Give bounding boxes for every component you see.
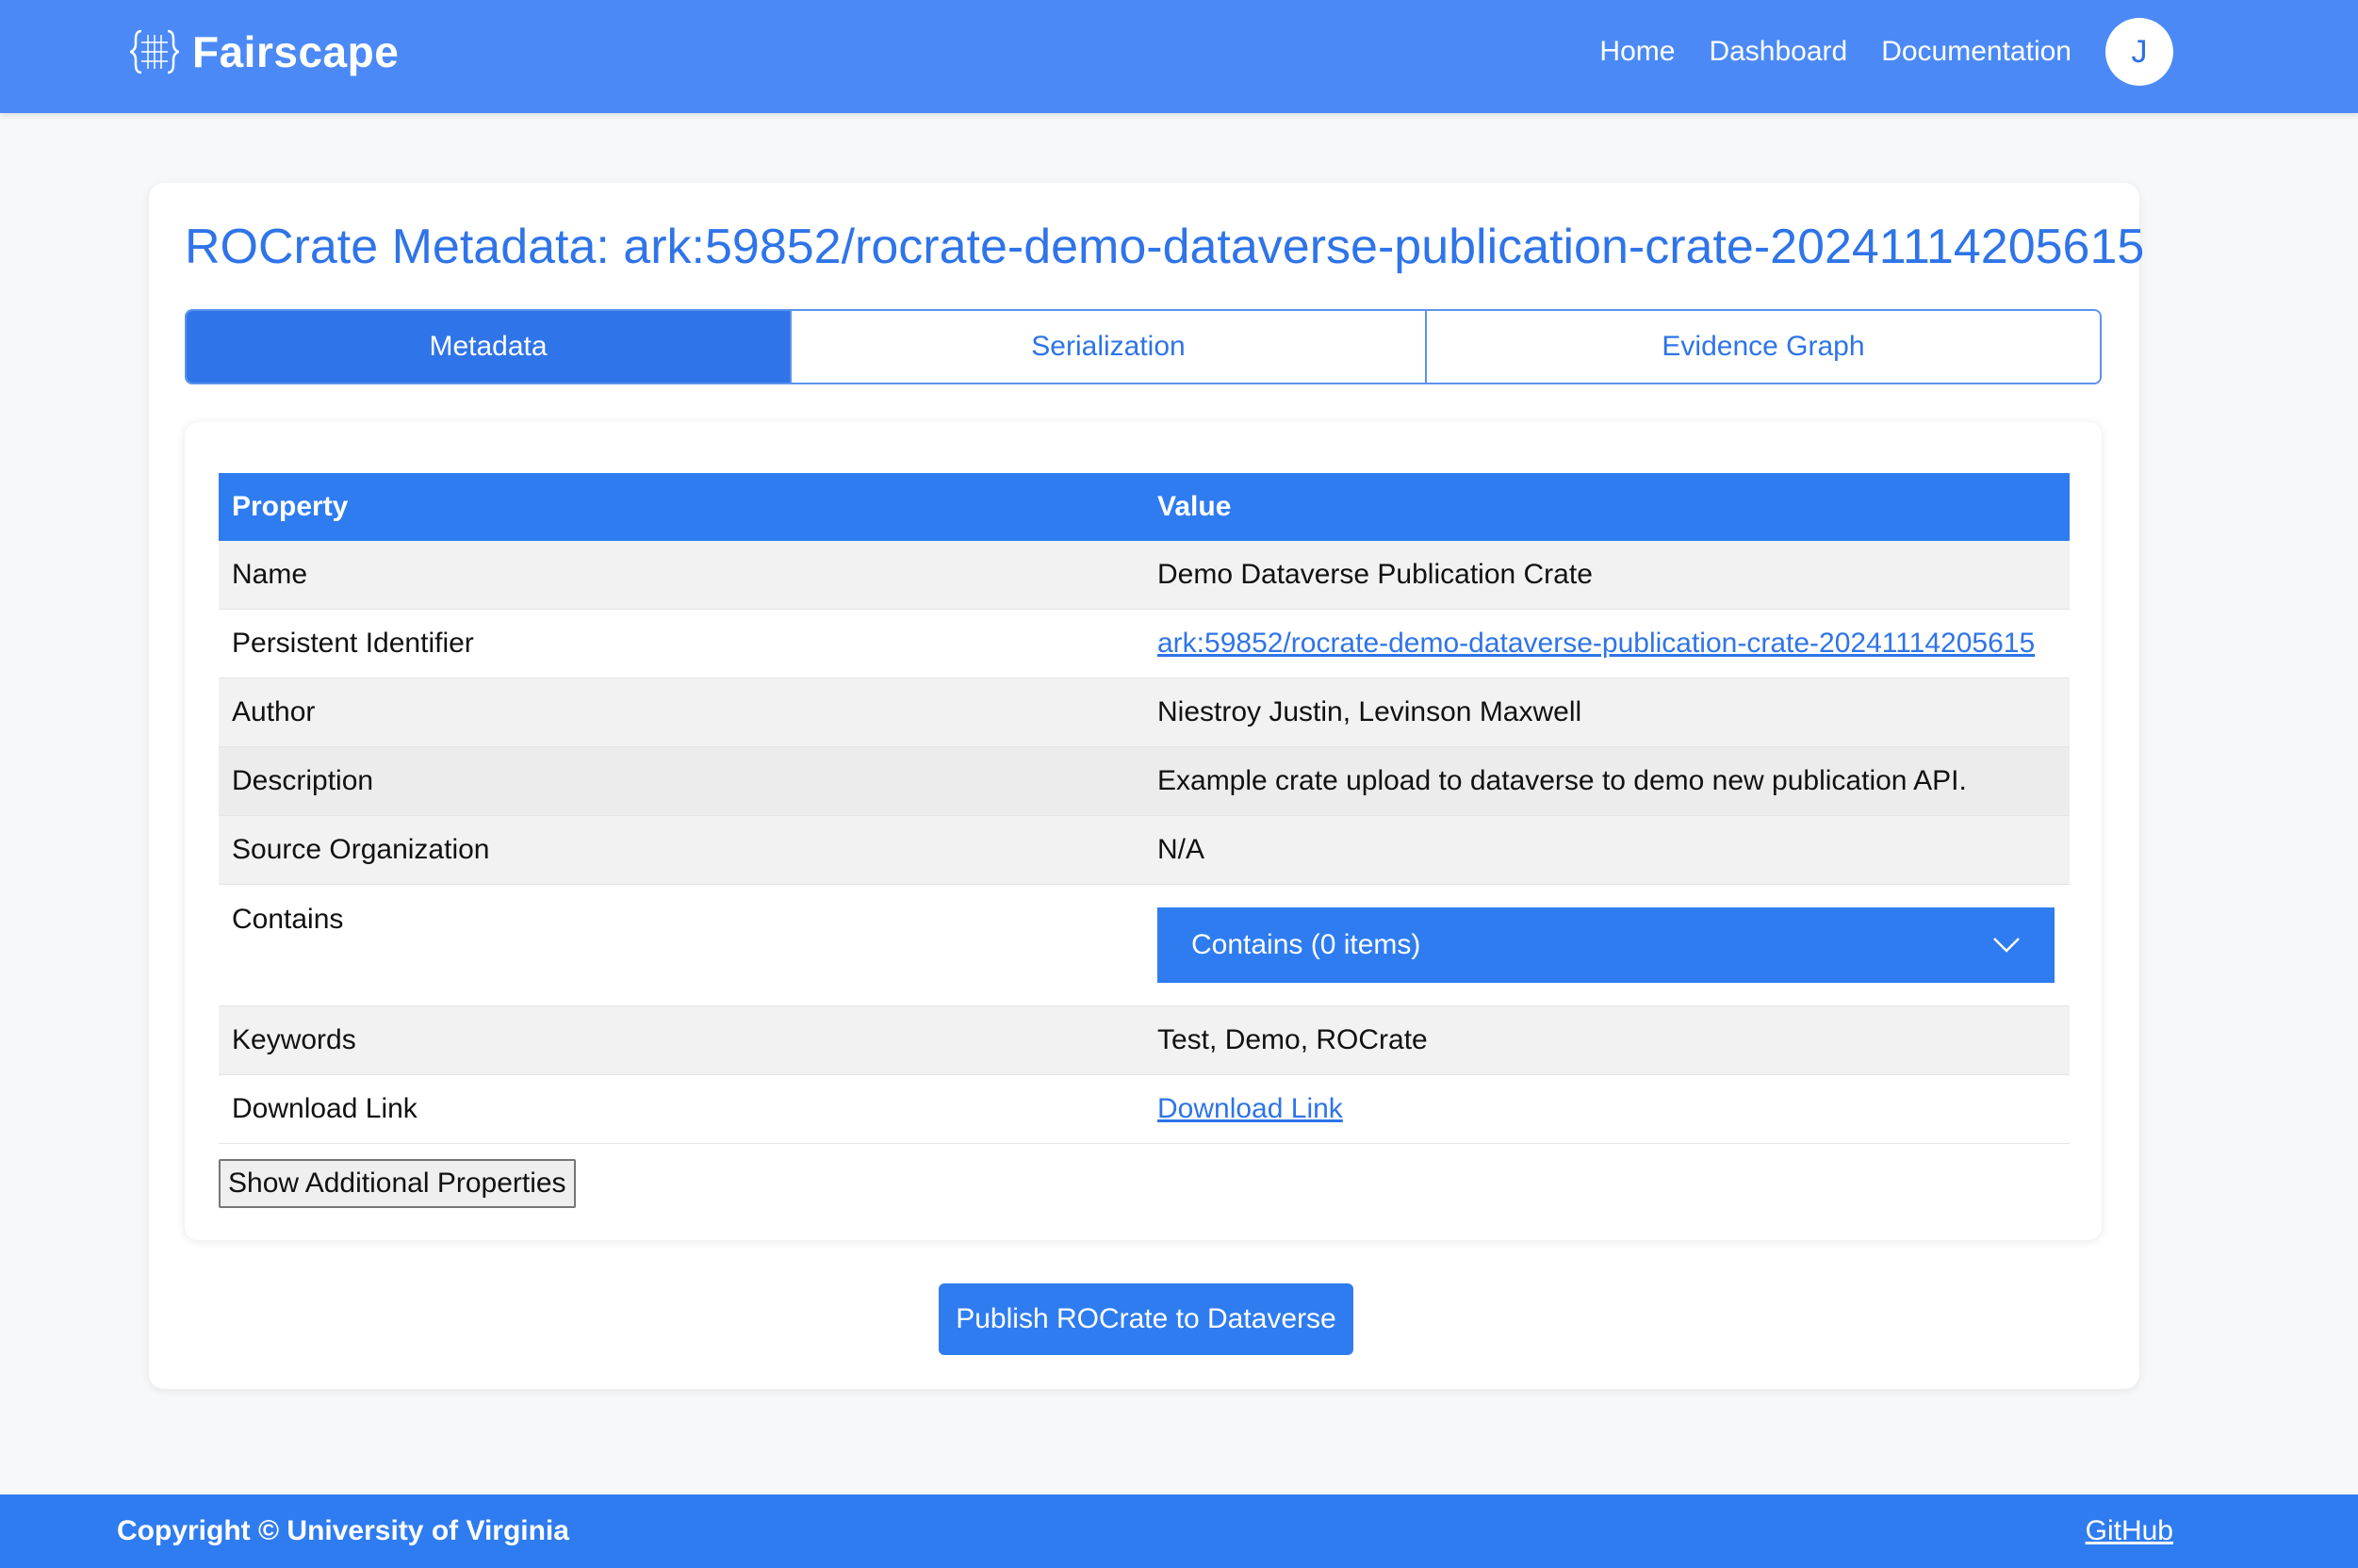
brand[interactable]: Fairscape — [130, 23, 399, 81]
brand-name: Fairscape — [192, 27, 400, 76]
nav-links: Home Dashboard Documentation J — [1599, 17, 2173, 87]
user-avatar[interactable]: J — [2105, 18, 2173, 86]
name-value: Demo Dataverse Publication Crate — [1144, 541, 2070, 610]
show-additional-properties-button[interactable]: Show Additional Properties — [219, 1159, 576, 1208]
tab-evidence-graph[interactable]: Evidence Graph — [1425, 311, 2100, 383]
footer: Copyright © University of Virginia GitHu… — [0, 1494, 2358, 1568]
copyright-text: Copyright © University of Virginia — [117, 1515, 569, 1546]
download-link[interactable]: Download Link — [1157, 1093, 1343, 1124]
author-value: Niestroy Justin, Levinson Maxwell — [1144, 678, 2070, 747]
description-value: Example crate upload to dataverse to dem… — [1144, 746, 2070, 816]
table-row: Contains Contains (0 items) — [219, 884, 2070, 1006]
page-title: ROCrate Metadata: ark:59852/rocrate-demo… — [185, 220, 2145, 274]
github-link[interactable]: GitHub — [2086, 1515, 2173, 1547]
property-contains-label: Contains — [219, 884, 1144, 1006]
table-row: Author Niestroy Justin, Levinson Maxwell — [219, 678, 2070, 747]
metadata-table: Property Value Name Demo Dataverse Publi… — [219, 473, 2070, 1144]
tab-serialization[interactable]: Serialization — [790, 311, 1425, 383]
property-source-organization-label: Source Organization — [219, 815, 1144, 885]
persistent-identifier-cell: ark:59852/rocrate-demo-dataverse-publica… — [1144, 609, 2070, 678]
nav-documentation-link[interactable]: Documentation — [1881, 36, 2071, 68]
nav-home-link[interactable]: Home — [1599, 36, 1675, 68]
publish-to-dataverse-button[interactable]: Publish ROCrate to Dataverse — [939, 1283, 1353, 1355]
property-keywords-label: Keywords — [219, 1005, 1144, 1075]
value-column-header: Value — [1144, 473, 2070, 541]
tab-bar: Metadata Serialization Evidence Graph — [185, 309, 2102, 384]
chevron-down-icon — [1993, 938, 2020, 953]
persistent-identifier-link[interactable]: ark:59852/rocrate-demo-dataverse-publica… — [1157, 628, 2035, 659]
download-link-cell: Download Link — [1144, 1074, 2070, 1144]
property-persistent-identifier-label: Persistent Identifier — [219, 609, 1144, 678]
property-name-label: Name — [219, 541, 1144, 610]
table-row: Description Example crate upload to data… — [219, 746, 2070, 816]
table-row: Keywords Test, Demo, ROCrate — [219, 1005, 2070, 1075]
table-row: Persistent Identifier ark:59852/rocrate-… — [219, 609, 2070, 678]
keywords-value: Test, Demo, ROCrate — [1144, 1005, 2070, 1075]
table-row: Name Demo Dataverse Publication Crate — [219, 541, 2070, 610]
contains-dropdown-label: Contains (0 items) — [1191, 929, 1421, 960]
top-navbar: Fairscape Home Dashboard Documentation J — [0, 0, 2358, 113]
table-row: Download Link Download Link — [219, 1074, 2070, 1144]
fairscape-grid-logo-icon — [130, 29, 179, 74]
property-download-link-label: Download Link — [219, 1074, 1144, 1144]
rocrate-card: ROCrate Metadata: ark:59852/rocrate-demo… — [149, 183, 2144, 1389]
tab-metadata[interactable]: Metadata — [187, 311, 790, 383]
table-row: Source Organization N/A — [219, 815, 2070, 885]
property-description-label: Description — [219, 746, 1144, 816]
table-header-row: Property Value — [219, 473, 2070, 541]
nav-dashboard-link[interactable]: Dashboard — [1709, 36, 1847, 68]
property-column-header: Property — [219, 473, 1144, 541]
contains-cell: Contains (0 items) — [1144, 884, 2070, 1006]
contains-dropdown[interactable]: Contains (0 items) — [1157, 907, 2055, 983]
property-author-label: Author — [219, 678, 1144, 747]
metadata-panel: Property Value Name Demo Dataverse Publi… — [185, 422, 2102, 1240]
source-organization-value: N/A — [1144, 815, 2070, 885]
